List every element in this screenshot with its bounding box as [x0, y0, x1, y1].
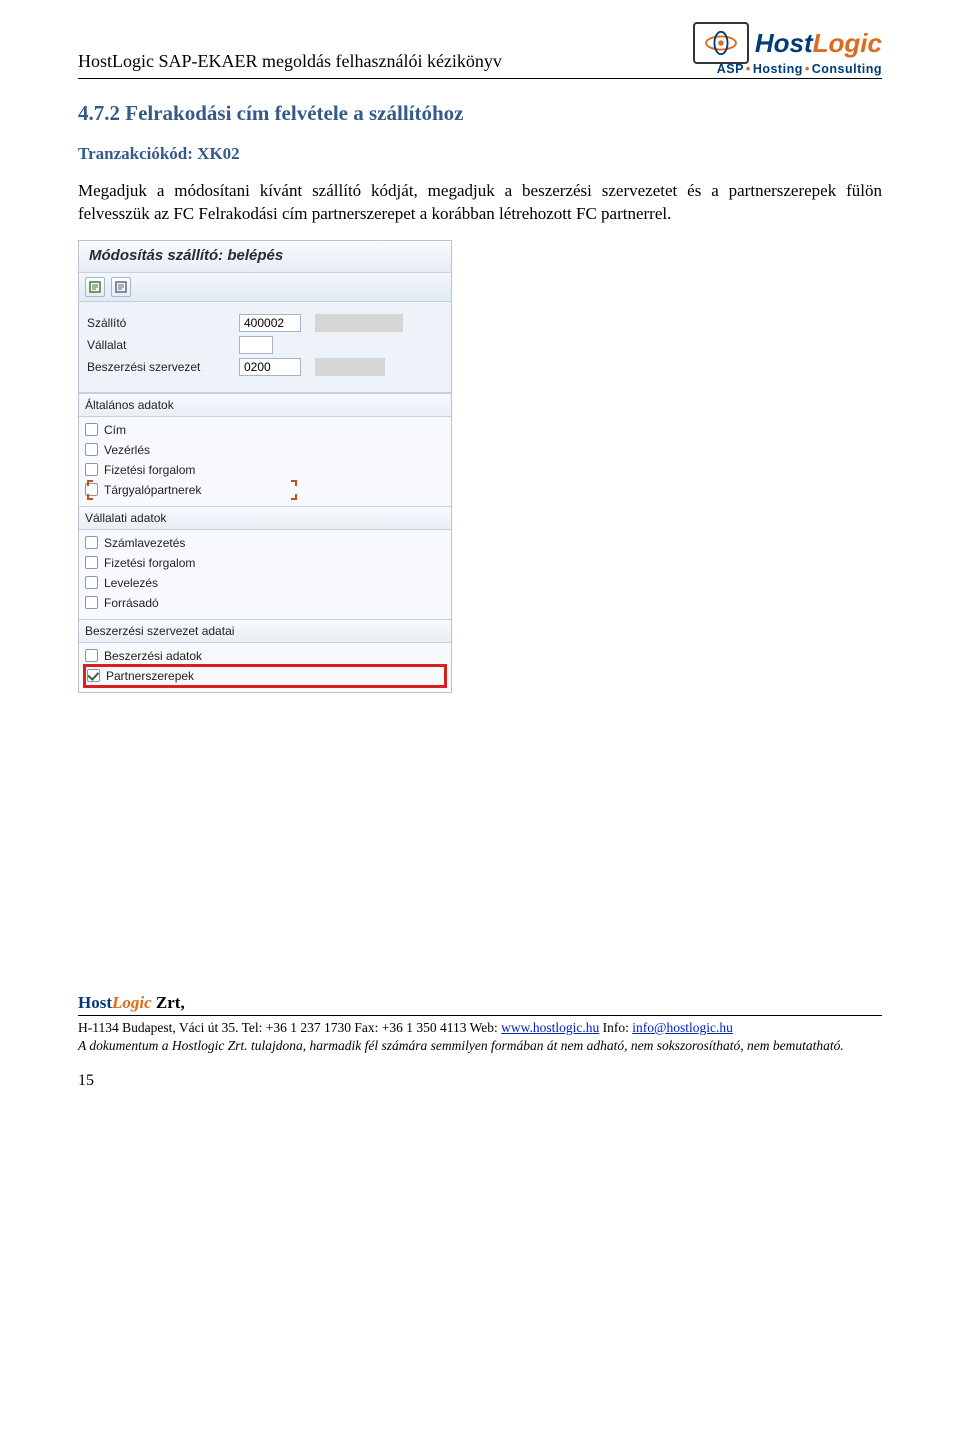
- logo-host-text: Host: [755, 28, 813, 58]
- masked-block: [315, 314, 403, 332]
- transaction-code: Tranzakciókód: XK02: [78, 144, 882, 164]
- footer-brand: HostLogic Zrt,: [78, 993, 882, 1013]
- footer-address: H-1134 Budapest, Váci út 35. Tel: +36 1 …: [78, 1020, 882, 1036]
- group-company: Vállalati adatok Számlavezetés Fizetési …: [79, 506, 451, 619]
- group-purch-org: Beszerzési szervezet adatai Beszerzési a…: [79, 619, 451, 692]
- toolbar-button-2[interactable]: [111, 277, 131, 297]
- field-label-besz: Beszerzési szervezet: [87, 360, 239, 374]
- sap-screen: Módosítás szállító: belépés Szállító Vál…: [78, 240, 452, 693]
- checkbox-label-partnerszerepek: Partnerszerepek: [106, 669, 194, 683]
- footer-web-link[interactable]: www.hostlogic.hu: [501, 1020, 599, 1035]
- checkbox-label-fizetesi: Fizetési forgalom: [104, 463, 195, 477]
- sap-window-title: Módosítás szállító: belépés: [79, 241, 451, 273]
- checkbox-cim[interactable]: [85, 423, 98, 436]
- logo-subline: ASP•Hosting•Consulting: [693, 62, 882, 76]
- footer-email-link[interactable]: info@hostlogic.hu: [632, 1020, 733, 1035]
- page-number: 15: [78, 1072, 882, 1090]
- selection-marker-icon: [291, 494, 297, 500]
- checkbox-szamlavezetes[interactable]: [85, 536, 98, 549]
- checkbox-label-forrasado: Forrásadó: [104, 596, 159, 610]
- checkbox-label-beszerzesi-adatok: Beszerzési adatok: [104, 649, 202, 663]
- footer-divider: [78, 1015, 882, 1016]
- field-label-szallito: Szállító: [87, 316, 239, 330]
- sap-header-fields: Szállító Vállalat Beszerzési szervezet: [79, 302, 451, 393]
- masked-block: [315, 358, 385, 376]
- field-input-vallalat[interactable]: [239, 336, 273, 354]
- sap-toolbar: [79, 273, 451, 302]
- group-title-company: Vállalati adatok: [79, 507, 451, 530]
- checkbox-label-cim: Cím: [104, 423, 126, 437]
- checkbox-label-targyalopartnerek: Tárgyalópartnerek: [104, 483, 201, 497]
- section-heading: 4.7.2 Felrakodási cím felvétele a szállí…: [78, 101, 882, 126]
- checkbox-fizetesi[interactable]: [85, 463, 98, 476]
- checkbox-levelezes[interactable]: [85, 576, 98, 589]
- checkbox-label-vezerles: Vezérlés: [104, 443, 150, 457]
- checkbox-label-fizetesi-c: Fizetési forgalom: [104, 556, 195, 570]
- field-input-szallito[interactable]: [239, 314, 301, 332]
- group-title-purch-org: Beszerzési szervezet adatai: [79, 620, 451, 643]
- checkbox-forrasado[interactable]: [85, 596, 98, 609]
- doc-header-title: HostLogic SAP-EKAER megoldás felhasználó…: [78, 51, 502, 76]
- logo-logic-text: Logic: [813, 28, 882, 58]
- page-header: HostLogic SAP-EKAER megoldás felhasználó…: [78, 22, 882, 76]
- checkbox-label-szamlavezetes: Számlavezetés: [104, 536, 185, 550]
- toolbar-button-1[interactable]: [85, 277, 105, 297]
- group-general: Általános adatok Cím Vezérlés Fizetési f…: [79, 393, 451, 506]
- field-label-vallalat: Vállalat: [87, 338, 239, 352]
- group-title-general: Általános adatok: [79, 394, 451, 417]
- page-footer: HostLogic Zrt, H-1134 Budapest, Váci út …: [78, 993, 882, 1090]
- checkbox-label-levelezes: Levelezés: [104, 576, 158, 590]
- logo: HostLogic ASP•Hosting•Consulting: [693, 22, 882, 76]
- checkbox-beszerzesi-adatok[interactable]: [85, 649, 98, 662]
- checkbox-vezerles[interactable]: [85, 443, 98, 456]
- logo-mark-icon: [693, 22, 749, 64]
- checkbox-fizetesi-c[interactable]: [85, 556, 98, 569]
- field-input-besz[interactable]: [239, 358, 301, 376]
- header-divider: [78, 78, 882, 79]
- section-body: Megadjuk a módosítani kívánt szállító kó…: [78, 180, 882, 226]
- checkbox-partnerszerepek[interactable]: [87, 669, 100, 682]
- footer-disclaimer: A dokumentum a Hostlogic Zrt. tulajdona,…: [78, 1038, 882, 1054]
- selection-marker-icon: [291, 480, 297, 486]
- checkbox-targyalopartnerek[interactable]: [85, 483, 98, 496]
